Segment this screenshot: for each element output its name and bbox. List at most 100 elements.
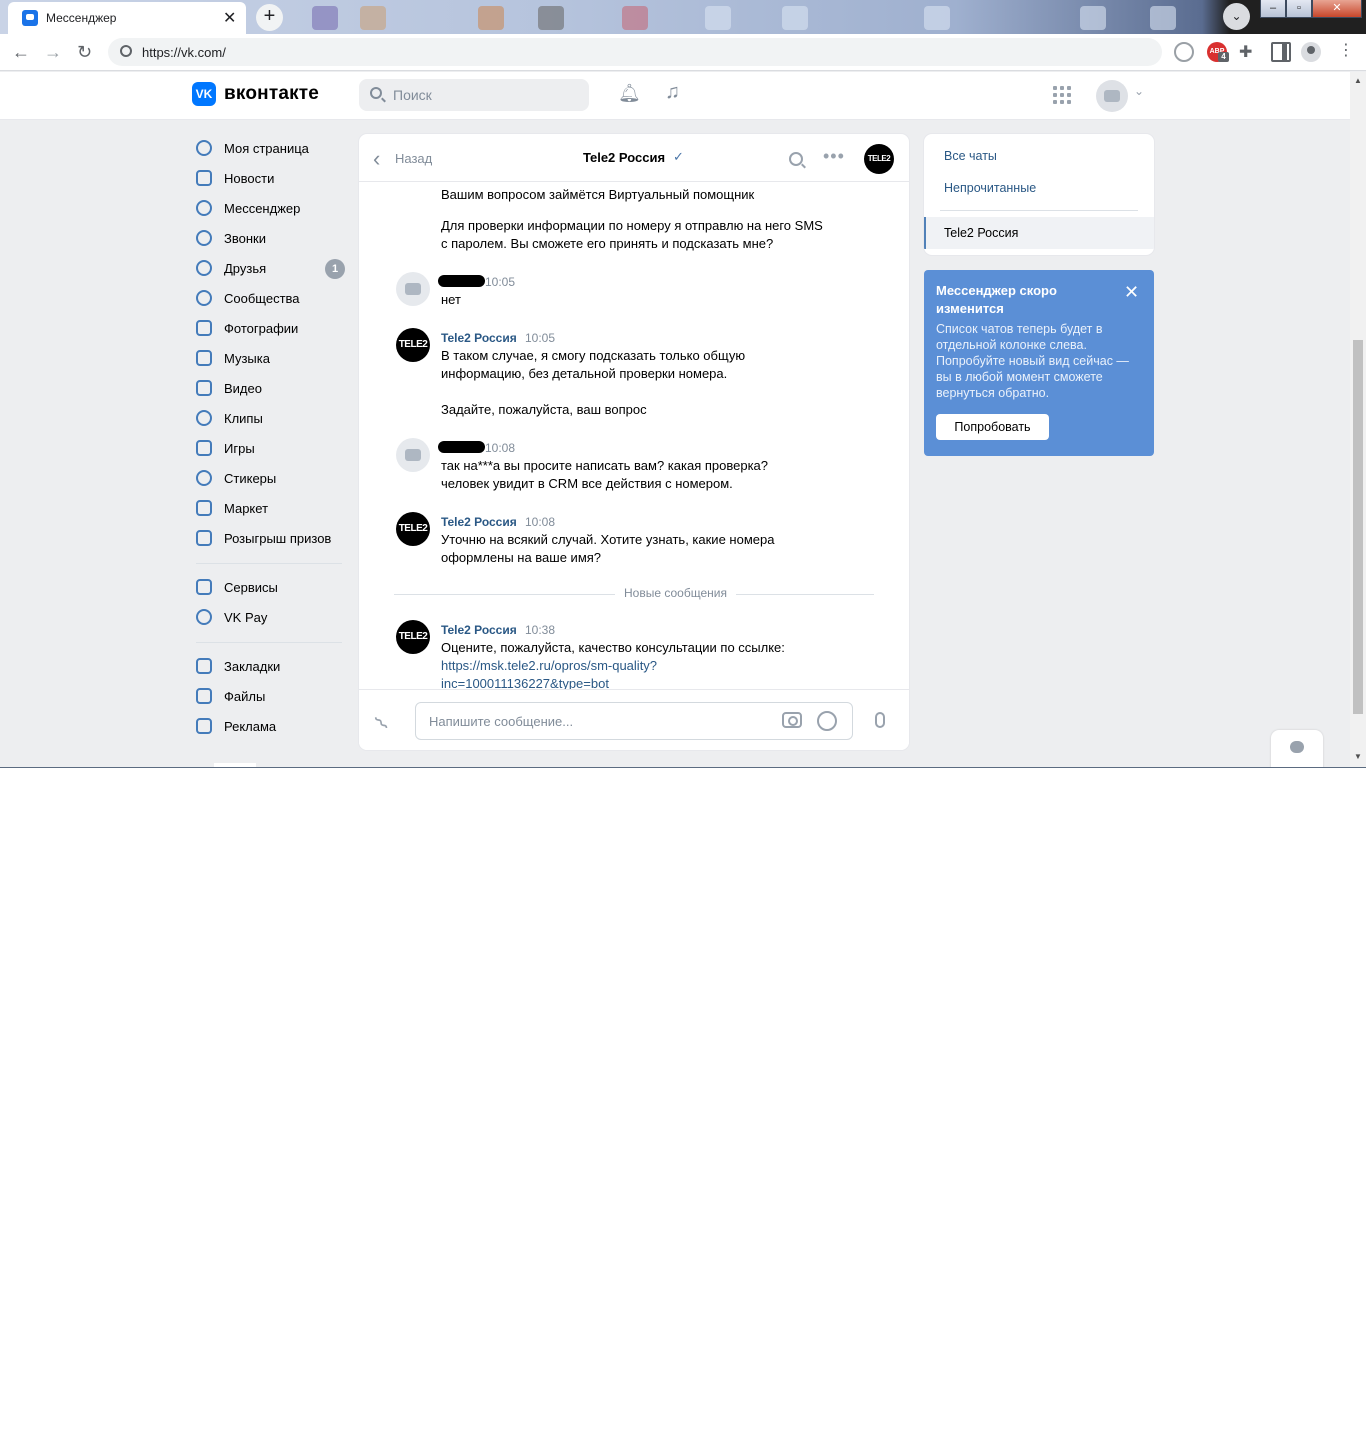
tele2-avatar[interactable]: TELE2 — [396, 328, 430, 362]
chevron-down-icon[interactable]: ⌄ — [1134, 84, 1144, 98]
vk-logo-text[interactable]: вконтакте — [224, 83, 319, 105]
browser-tab[interactable]: Мессенджер ✕ — [8, 2, 246, 34]
sidebar-item-music[interactable]: Музыка — [192, 344, 352, 374]
forward-arrow-icon[interactable]: → — [44, 42, 62, 63]
tab-search-chevron-icon[interactable]: ⌄ — [1223, 3, 1250, 30]
site-info-icon[interactable] — [120, 45, 132, 57]
url-text: https://vk.com/ — [142, 45, 226, 60]
sidebar-item-news[interactable]: Новости — [192, 164, 352, 194]
message-text: Оцените, пожалуйста, качество консультац… — [441, 640, 785, 655]
sidebar-item-communities[interactable]: Сообщества — [192, 284, 352, 314]
emoji-smile-icon[interactable] — [817, 711, 837, 731]
new-tab-button[interactable]: + — [256, 4, 283, 31]
active-chat-item[interactable]: Tele2 Россия — [924, 217, 1154, 249]
chevron-left-icon[interactable]: ‹ — [373, 146, 380, 172]
scrollbar-thumb[interactable] — [1353, 340, 1363, 714]
chat-fab-button[interactable] — [1271, 730, 1323, 767]
apps-grid-icon[interactable] — [1053, 86, 1071, 104]
survey-link[interactable]: inc=100011136227&type=bot — [441, 675, 609, 689]
tab-close-icon[interactable]: ✕ — [223, 8, 236, 28]
sidebar-item-ads[interactable]: Реклама — [192, 712, 352, 742]
address-bar[interactable]: https://vk.com/ — [108, 38, 1162, 66]
sidebar-item-label: Закладки — [224, 659, 281, 674]
search-icon — [370, 87, 382, 99]
message-author[interactable]: Tele2 Россия — [441, 515, 517, 529]
sidebar-item-label: Друзья — [224, 261, 267, 276]
music-icon — [196, 350, 212, 366]
user-avatar[interactable] — [1096, 80, 1128, 112]
scroll-down-arrow-icon[interactable]: ▼ — [1354, 752, 1362, 761]
sidebar-item-calls[interactable]: Звонки — [192, 224, 352, 254]
close-icon[interactable]: ✕ — [1124, 282, 1139, 303]
sidebar-item-friends[interactable]: Друзья 1 — [192, 254, 352, 284]
back-arrow-icon[interactable]: ← — [12, 42, 30, 63]
message-author[interactable]: Tele2 Россия — [441, 331, 517, 345]
sidebar-item-label: Фотографии — [224, 321, 299, 336]
notifications-bell-icon[interactable]: 🔔︎ — [618, 83, 641, 104]
search-placeholder: Поиск — [393, 87, 432, 103]
camera-icon[interactable] — [782, 712, 802, 728]
filter-all-chats[interactable]: Все чаты — [944, 149, 997, 163]
chat-title[interactable]: Tele2 Россия — [583, 150, 665, 165]
sidebar-item-market[interactable]: Маркет — [192, 494, 352, 524]
translate-globe-icon[interactable] — [1174, 42, 1194, 62]
news-icon — [196, 170, 212, 186]
paperclip-icon[interactable]: ⌇ — [370, 711, 395, 736]
new-messages-label: Новые сообщения — [615, 586, 736, 600]
filter-unread[interactable]: Непрочитанные — [944, 181, 1036, 195]
tele2-avatar[interactable]: TELE2 — [396, 512, 430, 546]
sidebar-item-clips[interactable]: Клипы — [192, 404, 352, 434]
sidebar-item-files[interactable]: Файлы — [192, 682, 352, 712]
chat-search-icon[interactable] — [789, 152, 803, 166]
sidebar-item-prizes[interactable]: Розыгрыш призов — [192, 524, 352, 554]
adblock-icon[interactable]: ABP 4 — [1207, 42, 1229, 62]
sidebar-item-stickers[interactable]: Стикеры — [192, 464, 352, 494]
sidebar-item-photos[interactable]: Фотографии — [192, 314, 352, 344]
sidebar-item-my-page[interactable]: Моя страница — [192, 134, 352, 164]
tele2-avatar[interactable]: TELE2 — [396, 620, 430, 654]
reload-icon[interactable]: ↻ — [77, 42, 92, 63]
search-input[interactable]: Поиск — [359, 79, 589, 111]
sidebar-item-vkpay[interactable]: VK Pay — [192, 603, 352, 633]
minimize-button[interactable]: – — [1260, 0, 1286, 18]
sidebar-item-services[interactable]: Сервисы — [192, 573, 352, 603]
window-close-button[interactable]: ✕ — [1312, 0, 1362, 18]
survey-link[interactable]: https://msk.tele2.ru/opros/sm-quality? — [441, 657, 657, 675]
extensions-puzzle-icon[interactable]: ✚ — [1239, 42, 1259, 62]
music-note-icon[interactable]: ♫ — [665, 81, 680, 104]
sidebar-item-messenger[interactable]: Мессенджер — [192, 194, 352, 224]
try-button[interactable]: Попробовать — [936, 414, 1049, 440]
user-avatar[interactable] — [396, 272, 430, 306]
wallpaper-icon — [1080, 6, 1106, 30]
vk-logo-icon[interactable]: VK — [192, 82, 216, 106]
chat-panel: ‹ Назад Tele2 Россия ✓ ••• TELE2 Вашим в… — [359, 134, 909, 750]
page-scrollbar[interactable]: ▲ ▼ — [1350, 72, 1366, 767]
bookmark-icon — [196, 658, 212, 674]
browser-menu-icon[interactable]: ⋮ — [1336, 42, 1356, 62]
scroll-up-arrow-icon[interactable]: ▲ — [1354, 76, 1362, 85]
message-author[interactable]: Tele2 Россия — [441, 623, 517, 637]
sidebar-item-video[interactable]: Видео — [192, 374, 352, 404]
restore-button[interactable]: ▫ — [1286, 0, 1312, 18]
screen: Мессенджер ✕ + ⌄ – ▫ ✕ ← → ↻ https://vk.… — [0, 0, 1366, 768]
video-icon — [196, 380, 212, 396]
message-input[interactable]: Напишите сообщение... — [415, 702, 853, 740]
chat-avatar[interactable]: TELE2 — [864, 144, 894, 174]
message-text: нет — [441, 292, 461, 307]
sidebar-item-label: Видео — [224, 381, 262, 396]
microphone-icon[interactable] — [875, 712, 885, 728]
back-button[interactable]: Назад — [395, 151, 432, 166]
user-avatar[interactable] — [396, 438, 430, 472]
sidebar-item-games[interactable]: Игры — [192, 434, 352, 464]
wallpaper-icon — [782, 6, 808, 30]
message-time: 10:08 — [485, 441, 516, 455]
profile-icon[interactable] — [1301, 42, 1321, 62]
browser-toolbar: ← → ↻ https://vk.com/ ABP 4 ✚ ⋮ — [0, 34, 1366, 71]
side-panel-icon[interactable] — [1271, 42, 1291, 62]
message-history[interactable]: Вашим вопросом займётся Виртуальный помо… — [359, 183, 909, 689]
sidebar-item-bookmarks[interactable]: Закладки — [192, 652, 352, 682]
sidebar-divider — [196, 563, 342, 564]
photo-icon — [196, 320, 212, 336]
more-options-icon[interactable]: ••• — [823, 146, 845, 167]
sidebar-item-label: Реклама — [224, 719, 277, 734]
